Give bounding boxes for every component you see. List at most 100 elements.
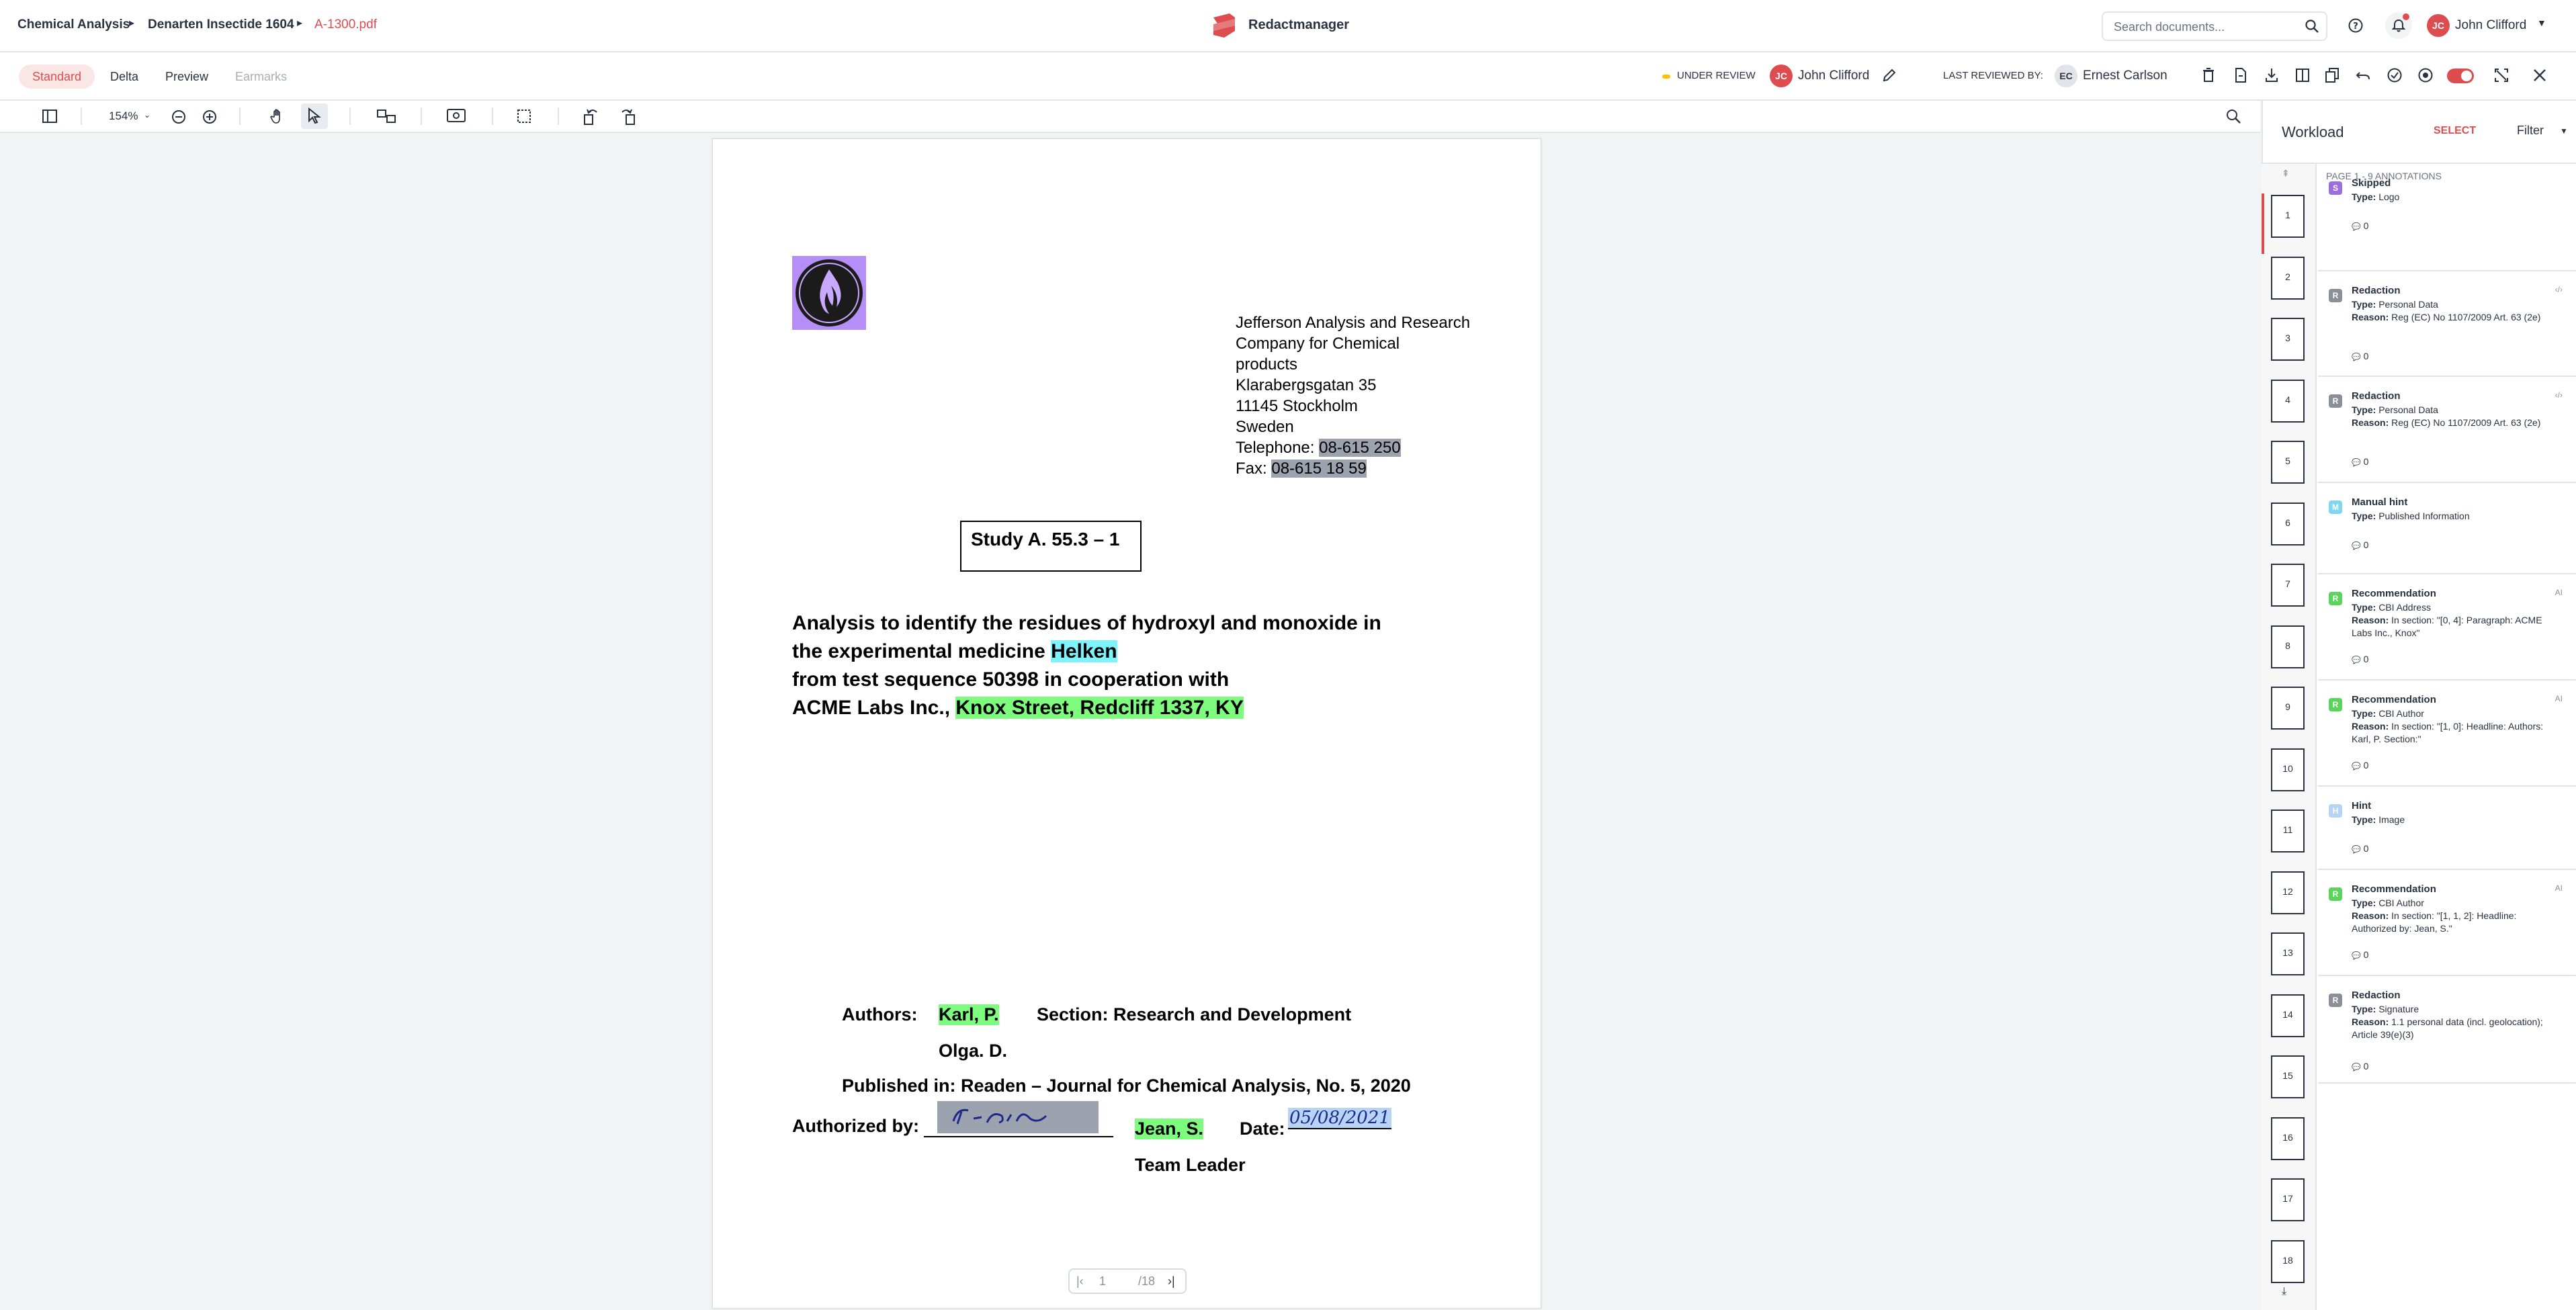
annotation-card[interactable]: R Redaction ‹/› Type: Personal Data Reason: … (2318, 377, 2576, 483)
status-indicator (1662, 75, 1670, 79)
filter-chevron-down-icon[interactable]: ▼ (2560, 126, 2568, 136)
page-thumbnail[interactable]: 17 (2271, 1178, 2305, 1221)
last-reviewer-avatar: EC (2055, 64, 2077, 87)
copy-icon[interactable] (2325, 67, 2339, 87)
search-input[interactable] (2112, 19, 2296, 35)
comment-count[interactable]: 💬 0 (2352, 1061, 2368, 1072)
page-thumbnail[interactable]: 16 (2271, 1117, 2305, 1160)
annotation-card[interactable]: H Hint Type: Image 💬 0 (2318, 787, 2576, 870)
help-icon[interactable]: ? (2342, 12, 2369, 39)
annotation-title: Recommendation (2352, 588, 2436, 599)
page-thumbnail[interactable]: 15 (2271, 1055, 2305, 1098)
redacted-telephone[interactable]: 08-615 250 (1319, 439, 1401, 457)
handwritten-date[interactable]: 05/08/2021 (1288, 1108, 1391, 1129)
zoom-out-icon[interactable] (171, 109, 187, 128)
select-button[interactable]: SELECT (2434, 125, 2476, 137)
search-box[interactable] (2102, 11, 2327, 41)
annotation-card[interactable]: R Redaction ‹/› Type: Personal Data Reason: … (2318, 271, 2576, 377)
compare-pages-icon[interactable] (376, 108, 398, 128)
user-menu-chevron-down-icon[interactable]: ▼ (2537, 17, 2546, 28)
breadcrumb-dossier[interactable]: Chemical Analysis (17, 17, 130, 32)
comment-count[interactable]: 💬 0 (2352, 456, 2368, 467)
comment-count[interactable]: 💬 0 (2352, 949, 2368, 960)
recommendation-address[interactable]: Knox Street, Redcliff 1337, KY (955, 697, 1244, 719)
annotation-type: Type: CBI Address (2352, 602, 2432, 613)
view-mode-bar: Standard Delta Preview Earmarks UNDER RE… (0, 52, 2576, 101)
page-thumbnail[interactable]: 18 (2271, 1239, 2305, 1283)
document-title: Analysis to identify the residues of hyd… (792, 609, 1491, 722)
redacted-fax[interactable]: 08-615 18 59 (1271, 460, 1367, 478)
record-icon[interactable] (2417, 67, 2434, 87)
annotation-card[interactable]: R Redaction Type: Signature Reason: 1.1 per… (2318, 976, 2576, 1084)
comment-count[interactable]: 💬 0 (2352, 539, 2368, 550)
annotation-card[interactable]: R Recommendation AI Type: CBI Address Reason… (2318, 574, 2576, 681)
page-thumbnail[interactable]: 2 (2271, 256, 2305, 300)
breadcrumb-file[interactable]: A-1300.pdf (314, 17, 377, 32)
tab-delta[interactable]: Delta (97, 64, 152, 89)
page-thumbnail[interactable]: 11 (2271, 810, 2305, 853)
toggle-sidebar-icon[interactable] (42, 108, 58, 128)
comment-count[interactable]: 💬 0 (2352, 220, 2368, 231)
scroll-bottom-icon[interactable]: ⤓ (2282, 1286, 2286, 1298)
page-thumbnail[interactable]: 13 (2271, 932, 2305, 975)
company-logo-icon[interactable] (792, 256, 866, 330)
rotate-right-icon[interactable] (619, 107, 637, 129)
first-page-icon[interactable]: |‹ (1076, 1274, 1084, 1289)
toggle-switch[interactable] (2447, 69, 2474, 83)
tab-standard[interactable]: Standard (19, 64, 95, 89)
recommendation-author-karl[interactable]: Karl, P. (939, 1004, 999, 1025)
scroll-top-icon[interactable]: ⇞ (2282, 168, 2290, 179)
page-thumbnail[interactable]: 3 (2271, 318, 2305, 361)
image-area-icon[interactable] (446, 108, 466, 128)
rotate-left-icon[interactable] (582, 107, 599, 129)
edit-assignee-pencil-icon[interactable] (1881, 67, 1897, 87)
rectangle-select-icon[interactable] (516, 108, 532, 128)
user-avatar[interactable]: JC (2427, 14, 2450, 37)
annotation-card[interactable]: R Recommendation AI Type: CBI Author Reason:… (2318, 870, 2576, 976)
page-thumbnail[interactable]: 6 (2271, 502, 2305, 545)
top-bar: Chemical Analysis ▸ Denarten Insectide 1… (0, 0, 2576, 52)
download-icon[interactable] (2264, 67, 2279, 87)
page-thumbnail[interactable]: 14 (2271, 994, 2305, 1037)
last-page-icon[interactable]: ›| (1168, 1274, 1175, 1289)
zoom-level[interactable]: 154% (109, 110, 138, 123)
tab-preview[interactable]: Preview (152, 64, 222, 89)
undo-icon[interactable] (2356, 67, 2370, 87)
page-thumbnail[interactable]: 10 (2271, 748, 2305, 791)
page-thumbnail[interactable]: 9 (2271, 687, 2305, 730)
comment-count[interactable]: 💬 0 (2352, 351, 2368, 361)
recommendation-author-jean[interactable]: Jean, S. (1135, 1119, 1204, 1139)
breadcrumb-folder[interactable]: Denarten Insectide 1604 (148, 17, 294, 32)
document-search-icon[interactable] (2225, 108, 2241, 128)
approve-check-icon[interactable] (2387, 67, 2403, 87)
notifications-bell-icon[interactable] (2385, 12, 2412, 39)
delete-icon[interactable] (2201, 67, 2216, 87)
zoom-in-icon[interactable] (202, 109, 218, 128)
pan-hand-icon[interactable] (269, 107, 286, 128)
comment-count[interactable]: 💬 0 (2352, 843, 2368, 854)
annotation-card[interactable]: R Recommendation AI Type: CBI Author Reason:… (2318, 681, 2576, 787)
page-thumbnail[interactable]: 12 (2271, 871, 2305, 914)
page-thumbnail[interactable]: 1 (2271, 195, 2305, 238)
current-page-input[interactable]: 1 (1099, 1274, 1106, 1289)
hint-helken[interactable]: Helken (1051, 640, 1117, 662)
close-icon[interactable] (2532, 67, 2548, 87)
zoom-chevron-down-icon[interactable]: ⌄ (144, 110, 151, 120)
filter-button[interactable]: Filter (2517, 124, 2544, 138)
user-name[interactable]: John Clifford (2455, 18, 2526, 33)
document-icon[interactable] (2233, 67, 2248, 87)
search-icon[interactable] (2305, 19, 2319, 37)
split-view-icon[interactable] (2295, 67, 2310, 87)
page-thumbnail[interactable]: 4 (2271, 379, 2305, 423)
select-cursor-icon[interactable] (301, 103, 328, 129)
page-thumbnail[interactable]: 5 (2271, 441, 2305, 484)
authorized-label: Authorized by: (792, 1116, 919, 1136)
annotation-card[interactable]: S Skipped Type: Logo 💬 0 (2318, 164, 2576, 271)
page-thumbnail[interactable]: 8 (2271, 625, 2305, 668)
fullscreen-icon[interactable] (2494, 67, 2509, 87)
comment-count[interactable]: 💬 0 (2352, 654, 2368, 664)
redacted-signature-icon[interactable] (937, 1101, 1099, 1133)
page-thumbnail[interactable]: 7 (2271, 564, 2305, 607)
comment-count[interactable]: 💬 0 (2352, 760, 2368, 771)
annotation-card[interactable]: M Manual hint Type: Published Information 💬… (2318, 483, 2576, 574)
